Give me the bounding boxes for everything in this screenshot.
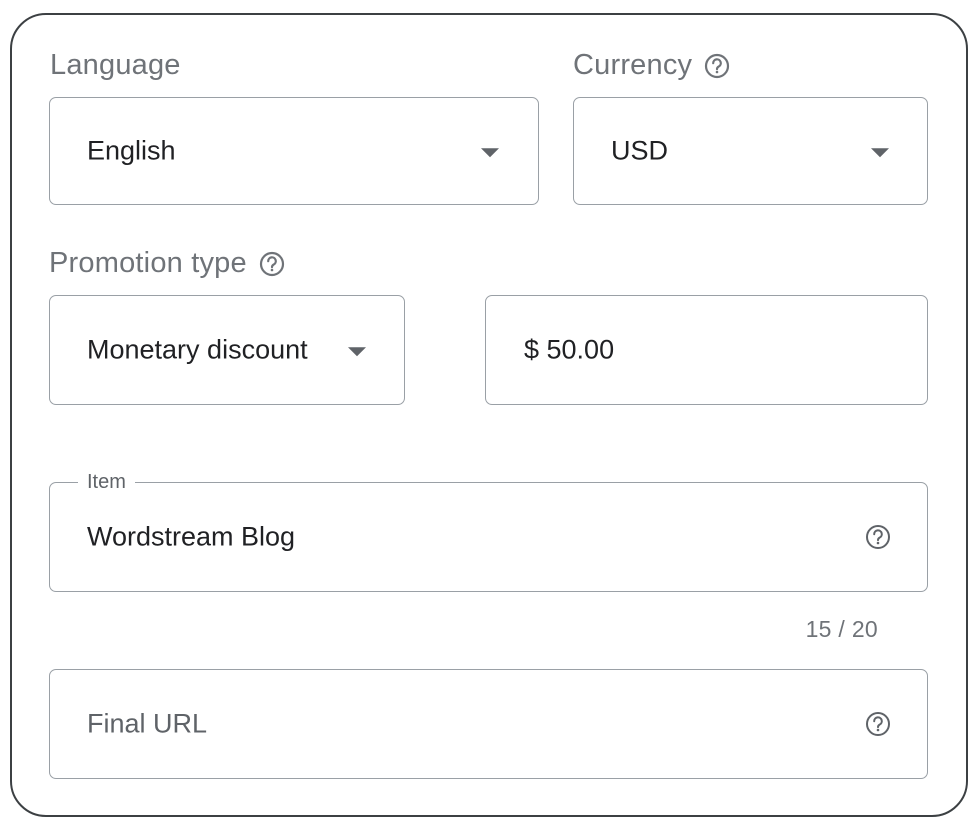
help-circle-icon[interactable]	[704, 53, 730, 79]
item-character-counter: 15 / 20	[805, 616, 878, 642]
caret-down-icon	[348, 347, 366, 357]
caret-down-icon	[871, 148, 889, 158]
discount-amount-value: $ 50.00	[524, 334, 615, 365]
final-url-input[interactable]: Final URL	[49, 669, 928, 779]
promotion-type-dropdown[interactable]: Monetary discount	[49, 295, 405, 405]
help-circle-icon[interactable]	[259, 251, 285, 277]
promotion-type-value: Monetary discount	[87, 334, 308, 365]
item-value: Wordstream Blog	[87, 521, 296, 552]
promotion-form-card: Language English Currency USD Promotion …	[10, 13, 968, 817]
help-circle-icon[interactable]	[865, 711, 891, 737]
item-input[interactable]: Item Wordstream Blog	[49, 471, 928, 592]
currency-dropdown[interactable]: USD	[573, 97, 928, 205]
currency-label-text: Currency	[573, 49, 693, 81]
promotion-type-label-text: Promotion type	[49, 247, 247, 279]
language-label-text: Language	[50, 49, 181, 81]
caret-down-icon	[481, 148, 499, 158]
language-label: Language	[50, 49, 181, 82]
promotion-type-label: Promotion type	[49, 247, 285, 280]
discount-amount-input[interactable]: $ 50.00	[485, 295, 928, 405]
currency-value: USD	[611, 135, 669, 166]
currency-label: Currency	[573, 49, 730, 82]
language-dropdown[interactable]: English	[49, 97, 539, 205]
final-url-placeholder: Final URL	[87, 708, 208, 739]
language-value: English	[87, 135, 176, 166]
help-circle-icon[interactable]	[865, 524, 891, 550]
item-label: Item	[78, 471, 135, 493]
